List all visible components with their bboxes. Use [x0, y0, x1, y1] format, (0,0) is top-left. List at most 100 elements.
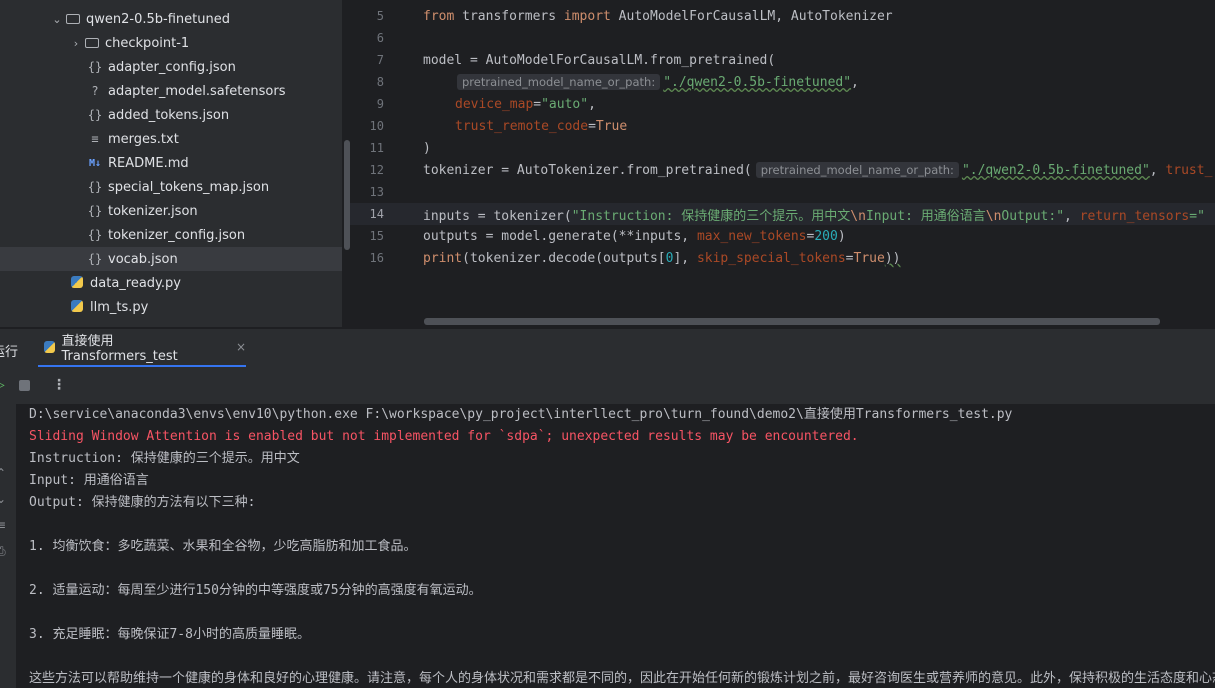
code-token: (tokenizer.decode(outputs[: [462, 250, 666, 266]
code-token: transformers: [454, 8, 564, 24]
code-token: outputs = model.generate(**inputs,: [423, 228, 697, 244]
code-token: import: [563, 8, 611, 24]
tree-item-qwen2-folder[interactable]: ⌄ qwen2-0.5b-finetuned: [0, 7, 342, 31]
code-token: ,: [1064, 208, 1080, 224]
json-icon: {}: [87, 228, 103, 242]
tree-item-file[interactable]: M↓ README.md: [0, 151, 342, 175]
code-token: =: [588, 118, 596, 134]
tree-item-label: checkpoint-1: [105, 35, 190, 51]
line-number: 14: [369, 207, 384, 221]
folder-icon: [83, 36, 101, 50]
tree-item-label: added_tokens.json: [108, 107, 230, 123]
code-token: ,: [588, 96, 596, 112]
run-side-toolbar: ⌃ ⌄ ≡ ⎙: [0, 404, 16, 688]
python-icon: [44, 341, 56, 353]
tree-item-file[interactable]: data_ready.py: [0, 271, 342, 295]
tree-item-file[interactable]: ? adapter_model.safetensors: [0, 79, 342, 103]
console-line: 2. 适量运动：每周至少进行150分钟的中等强度或75分钟的高强度有氧运动。: [29, 583, 482, 598]
code-token: trust_remote_code: [455, 118, 589, 134]
console-line: 1. 均衡饮食：多吃蔬菜、水果和全谷物，少吃高脂肪和加工食品。: [29, 539, 417, 554]
json-icon: {}: [87, 180, 103, 194]
code-token: =: [845, 250, 854, 266]
code-token: model = AutoModelForCausalLM.from_pretra…: [423, 52, 776, 68]
tree-item-file[interactable]: {} added_tokens.json: [0, 103, 342, 127]
print-icon[interactable]: ⎙: [0, 544, 6, 559]
code-token: ): [837, 228, 846, 244]
code-token: )): [884, 250, 901, 266]
code-token: \n: [985, 208, 1002, 224]
code-editor[interactable]: 5 from transformers import AutoModelForC…: [350, 0, 1215, 327]
console-line: 这些方法可以帮助维持一个健康的身体和良好的心理健康。请注意，每个人的身体状况和需…: [29, 671, 1215, 686]
code-token: True: [853, 250, 885, 266]
tree-item-label: merges.txt: [108, 131, 179, 147]
console-line: Instruction: 保持健康的三个提示。用中文: [29, 451, 300, 466]
tree-item-file[interactable]: {} tokenizer.json: [0, 199, 342, 223]
code-token: Input: 用通俗语言: [865, 208, 986, 224]
parameter-hint: pretrained_model_name_or_path:: [755, 162, 959, 178]
code-line: 7 model = AutoModelForCausalLM.from_pret…: [350, 49, 1215, 71]
code-token: trust_: [1165, 163, 1213, 178]
tree-item-file-selected[interactable]: {} vocab.json: [0, 247, 342, 271]
json-icon: {}: [87, 204, 103, 218]
console-line: 3. 充足睡眠：每晚保证7-8小时的高质量睡眠。: [29, 627, 310, 642]
close-icon[interactable]: ×: [236, 340, 246, 354]
tree-item-file[interactable]: {} tokenizer_config.json: [0, 223, 342, 247]
tree-item-label: qwen2-0.5b-finetuned: [86, 11, 230, 27]
code-token: print: [423, 250, 463, 266]
tree-item-label: vocab.json: [108, 251, 178, 267]
tree-item-label: README.md: [108, 155, 189, 171]
run-tool-window-header: 运行 直接使用Transformers_test ×: [0, 328, 1215, 369]
code-line: 12 tokenizer = AutoTokenizer.from_pretra…: [350, 159, 1215, 181]
tree-item-file[interactable]: ≡ merges.txt: [0, 127, 342, 151]
code-token: =": [1189, 208, 1205, 224]
more-options-icon[interactable]: ⋮: [52, 377, 66, 393]
line-number: 10: [369, 119, 384, 133]
tree-item-label: tokenizer_config.json: [108, 227, 246, 243]
line-number: 6: [376, 31, 384, 45]
line-number: 16: [369, 251, 384, 265]
chevron-down-icon[interactable]: ⌄: [50, 13, 64, 26]
code-token: ,: [851, 75, 859, 90]
code-line: 16 print(tokenizer.decode(outputs[0], sk…: [350, 247, 1215, 269]
stop-icon[interactable]: [19, 380, 30, 391]
json-icon: {}: [87, 108, 103, 122]
line-number: 11: [369, 141, 384, 155]
tree-item-checkpoint-folder[interactable]: › checkpoint-1: [0, 31, 342, 55]
run-toolbar: ▷ ⋮: [0, 368, 1215, 404]
tree-item-file[interactable]: {} special_tokens_map.json: [0, 175, 342, 199]
tree-item-file[interactable]: llm_ts.py: [0, 295, 342, 319]
code-line: 13: [350, 181, 1215, 203]
code-line: 6: [350, 27, 1215, 49]
code-token: Output:": [1001, 208, 1065, 224]
console-output[interactable]: D:\service\anaconda3\envs\env10\python.e…: [16, 404, 1215, 688]
line-number: 12: [369, 163, 384, 177]
code-token: 200: [814, 228, 838, 244]
editor-horizontal-scrollbar[interactable]: [424, 318, 1160, 325]
rerun-icon[interactable]: ▷: [0, 377, 5, 393]
line-number: 7: [376, 53, 384, 67]
tree-item-label: data_ready.py: [90, 275, 181, 291]
code-line: 10 trust_remote_code=True: [350, 115, 1215, 137]
down-icon[interactable]: ⌄: [0, 492, 6, 506]
line-number: 5: [376, 9, 384, 23]
code-token: skip_special_tokens: [696, 250, 846, 266]
run-tool-window-title: 运行: [0, 345, 19, 360]
code-token: tokenizer = AutoTokenizer.from_pretraine…: [423, 163, 752, 178]
tree-item-label: adapter_model.safetensors: [108, 83, 286, 99]
up-icon[interactable]: ⌃: [0, 466, 6, 480]
code-token: =: [533, 96, 542, 112]
line-number: 8: [376, 75, 384, 89]
folder-icon: [64, 12, 82, 26]
tab-label: 直接使用Transformers_test: [61, 334, 178, 364]
soft-wrap-icon[interactable]: ≡: [0, 518, 6, 532]
chevron-right-icon[interactable]: ›: [69, 37, 83, 50]
parameter-hint: pretrained_model_name_or_path:: [457, 74, 661, 90]
tree-item-file[interactable]: {} adapter_config.json: [0, 55, 342, 79]
code-token: AutoModelForCausalLM, AutoTokenizer: [610, 8, 893, 24]
code-token: return_tensors: [1079, 208, 1190, 224]
tree-item-label: tokenizer.json: [108, 203, 198, 219]
json-icon: {}: [87, 60, 103, 74]
python-file-icon: [68, 275, 86, 291]
code-token: from: [423, 8, 455, 24]
tab-run-configuration[interactable]: 直接使用Transformers_test ×: [38, 329, 246, 367]
